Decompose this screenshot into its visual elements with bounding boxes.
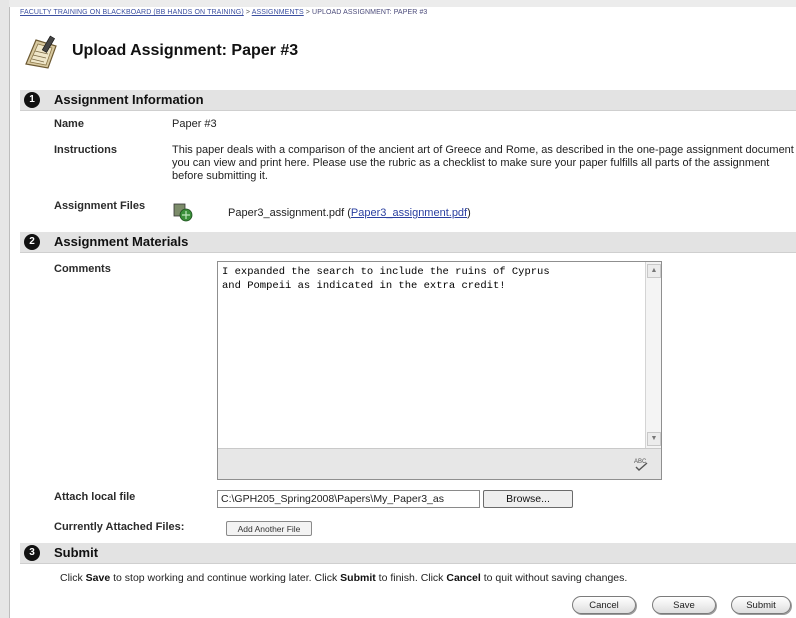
instructions-label: Instructions xyxy=(54,144,117,156)
assignment-file-entry: Paper3_assignment.pdf (Paper3_assignment… xyxy=(228,207,471,219)
submit-instructions: Click Save to stop working and continue … xyxy=(60,572,627,584)
left-frame-border xyxy=(0,0,10,618)
top-frame-border xyxy=(9,0,796,7)
section-number-badge: 2 xyxy=(24,234,40,250)
file-attachment-icon xyxy=(173,203,193,222)
submit-text-save-word: Save xyxy=(85,572,111,584)
file-link-paren-close: ) xyxy=(467,207,471,219)
breadcrumb-course-link[interactable]: FACULTY TRAINING ON BLACKBOARD (BB HANDS… xyxy=(20,9,244,16)
submit-text-part: to quit without saving changes. xyxy=(480,572,628,584)
submit-button[interactable]: Submit xyxy=(731,596,791,614)
submit-text-part: Click xyxy=(60,572,86,584)
submit-text-part: to stop working and continue working lat… xyxy=(110,572,341,584)
name-value: Paper #3 xyxy=(172,118,217,130)
attach-local-file-label: Attach local file xyxy=(54,491,136,503)
breadcrumb-separator: > xyxy=(245,9,251,16)
section-submit: 3 Submit xyxy=(20,543,796,564)
assignment-file-name: Paper3_assignment.pdf xyxy=(228,207,345,219)
submit-text-cancel-word: Cancel xyxy=(446,572,481,584)
section-title: Submit xyxy=(54,545,99,560)
section-number-badge: 3 xyxy=(24,545,40,561)
currently-attached-files-label: Currently Attached Files: xyxy=(54,521,185,533)
submit-text-submit-word: Submit xyxy=(340,572,376,584)
add-another-file-button[interactable]: Add Another File xyxy=(226,521,312,536)
section-assignment-materials: 2 Assignment Materials xyxy=(20,232,796,253)
breadcrumb: FACULTY TRAINING ON BLACKBOARD (BB HANDS… xyxy=(20,9,427,16)
scroll-up-arrow-icon[interactable]: ▲ xyxy=(647,264,661,278)
assignment-files-label: Assignment Files xyxy=(54,200,146,212)
save-button[interactable]: Save xyxy=(652,596,716,614)
name-label: Name xyxy=(54,118,84,130)
assignment-paper-icon xyxy=(25,35,57,69)
submit-text-part: to finish. Click xyxy=(375,572,447,584)
instructions-text: This paper deals with a comparison of th… xyxy=(172,144,794,182)
browse-button[interactable]: Browse... xyxy=(483,490,573,508)
cancel-button[interactable]: Cancel xyxy=(572,596,636,614)
breadcrumb-separator: > xyxy=(305,9,310,16)
comments-editor: ▲ ▼ ABC xyxy=(217,261,662,480)
section-number-badge: 1 xyxy=(24,92,40,108)
section-title: Assignment Information xyxy=(54,92,204,107)
attach-file-path-input[interactable] xyxy=(217,490,480,508)
page-title: Upload Assignment: Paper #3 xyxy=(72,42,299,59)
spellcheck-icon[interactable]: ABC xyxy=(633,457,651,471)
section-title: Assignment Materials xyxy=(54,234,189,249)
comments-scrollbar[interactable]: ▲ ▼ xyxy=(645,262,661,448)
section-assignment-information: 1 Assignment Information xyxy=(20,90,796,111)
scroll-down-arrow-icon[interactable]: ▼ xyxy=(647,432,661,446)
comments-label: Comments xyxy=(54,263,111,275)
assignment-file-link[interactable]: Paper3_assignment.pdf xyxy=(351,207,467,219)
editor-toolbar: ABC xyxy=(218,448,661,479)
comments-textarea[interactable] xyxy=(218,262,644,448)
breadcrumb-current: UPLOAD ASSIGNMENT: PAPER #3 xyxy=(312,9,428,16)
breadcrumb-assignments-link[interactable]: ASSIGNMENTS xyxy=(252,9,304,16)
